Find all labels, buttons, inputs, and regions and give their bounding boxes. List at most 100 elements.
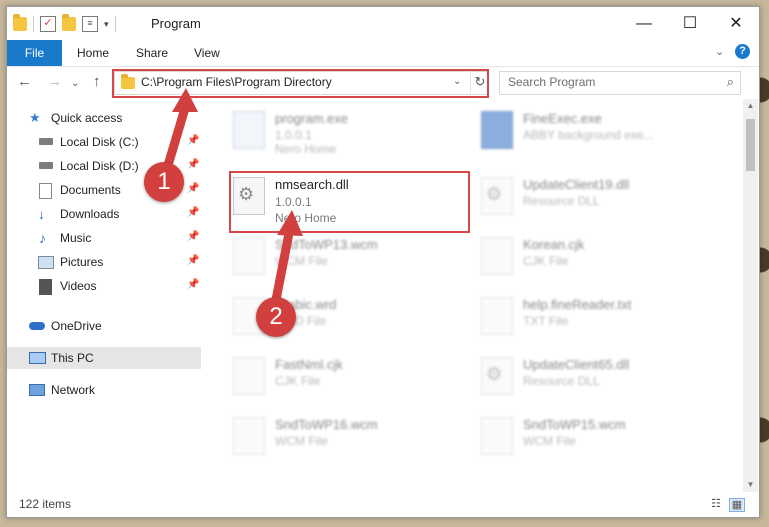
documents-icon [39,183,52,199]
minimize-button[interactable]: — [621,7,667,40]
videos-icon [39,279,52,295]
file-icon [233,417,265,455]
properties-check-icon[interactable]: ✓ [40,16,56,32]
sidebar-item-this-pc[interactable]: This PC [7,347,201,369]
maximize-button[interactable]: ☐ [667,7,713,40]
file-name: FineExec.exe [523,111,602,126]
sidebar-item-local-disk-c[interactable]: Local Disk (C:) 📌 [7,131,201,153]
scroll-up-icon[interactable]: ▲ [743,99,758,113]
list-item[interactable]: UpdateClient19.dll Resource DLL [475,171,715,223]
file-icon [481,357,513,395]
computer-icon [29,352,46,364]
star-icon: ★ [29,110,41,125]
folder-icon[interactable] [13,14,27,31]
large-icons-view-icon[interactable]: ▦ [729,498,745,512]
customize-toolbar-chevron-icon[interactable]: ▾ [104,19,109,30]
file-highlight-box [229,171,470,233]
file-detail: WCM File [523,434,576,448]
tab-file[interactable]: File [7,40,62,66]
recent-locations-chevron-icon[interactable]: ⌄ [71,78,79,89]
list-item[interactable]: SndToWP15.wcm WCM File [475,411,715,463]
tab-home[interactable]: Home [77,40,109,66]
help-icon[interactable]: ? [735,44,750,59]
list-item[interactable]: SndToWP16.wcm WCM File [227,411,467,463]
pin-icon[interactable]: 📌 [187,279,199,290]
close-button[interactable]: ✕ [713,7,759,40]
sidebar-item-label: Videos [60,279,97,293]
file-name: SndToWP13.wcm [275,237,378,252]
item-count: 122 items [19,497,72,511]
address-highlight-box [112,69,489,98]
view-props-icon[interactable]: ≡ [82,16,98,32]
title-bar: ✓ ≡ ▾ Program — ☐ ✕ [7,7,759,40]
pin-icon[interactable]: 📌 [187,159,199,170]
search-input[interactable]: Search Program [508,75,595,89]
file-detail: ABBY background exe... [523,128,654,142]
list-item[interactable]: help.fineReader.txt TXT File [475,291,715,343]
expand-ribbon-chevron-icon[interactable]: ⌄ [715,45,724,58]
file-name: FastNml.cjk [275,357,343,372]
scroll-down-icon[interactable]: ▼ [743,478,758,492]
step-badge-1: 1 [144,162,184,202]
sidebar-item-label: Network [51,383,96,397]
sidebar-item-label: Local Disk (C:) [60,135,139,149]
sidebar-item-downloads[interactable]: ↓ Downloads 📌 [7,203,201,225]
file-icon [233,357,265,395]
forward-arrow-icon[interactable]: → [47,73,62,90]
list-item[interactable]: FineExec.exe ABBY background exe... [475,105,715,157]
sidebar-item-label: Quick access [51,111,123,125]
file-name: Korean.cjk [523,237,585,252]
scrollbar-thumb[interactable] [746,119,755,171]
file-icon [481,297,513,335]
sidebar-item-videos[interactable]: Videos 📌 [7,275,201,297]
vertical-scrollbar[interactable]: ▲ ▼ [743,99,758,492]
sidebar-item-label: Documents [60,183,121,197]
sidebar-item-label: Music [60,231,92,245]
file-detail: CJK File [275,374,321,388]
list-item[interactable]: UpdateClient65.dll Resource DLL [475,351,715,403]
sidebar-item-music[interactable]: ♪ Music 📌 [7,227,201,249]
search-icon[interactable]: ⌕ [727,74,734,90]
cloud-icon [29,322,45,330]
download-icon: ↓ [38,206,45,222]
navigation-bar: ← → ⌄ ↑ C:\Program Files\Program Directo… [7,66,759,99]
file-detail: Nero Home [275,142,337,156]
new-folder-icon[interactable] [62,14,76,31]
file-name: SndToWP15.wcm [523,417,626,432]
file-icon [481,237,513,275]
file-name: program.exe [275,111,348,126]
list-item[interactable]: SndToWP13.wcm WCM File [227,231,467,283]
sidebar-item-pictures[interactable]: Pictures 📌 [7,251,201,273]
pin-icon[interactable]: 📌 [187,255,199,266]
file-icon [481,177,513,215]
file-name: help.fineReader.txt [523,297,632,312]
sidebar-item-label: This PC [51,351,94,365]
pin-icon[interactable]: 📌 [187,183,199,194]
file-icon [481,417,513,455]
list-item[interactable]: FastNml.cjk CJK File [227,351,467,403]
tab-view[interactable]: View [194,40,220,66]
file-name: UpdateClient19.dll [523,177,630,192]
file-detail: TXT File [523,314,569,328]
drive-icon [39,162,53,169]
network-icon [29,384,45,396]
sidebar-item-network[interactable]: Network [7,379,201,401]
details-view-icon[interactable]: ☷ [709,498,723,510]
list-item[interactable]: Korean.cjk CJK File [475,231,715,283]
pin-icon[interactable]: 📌 [187,135,199,146]
file-explorer-window: ✓ ≡ ▾ Program — ☐ ✕ File Home Share View… [6,6,760,518]
list-item[interactable]: program.exe 1.0.0.1 Nero Home [227,105,467,157]
file-name: UpdateClient65.dll [523,357,630,372]
search-box[interactable]: Search Program ⌕ [499,71,741,95]
file-icon [233,111,265,149]
window-title: Program [151,16,201,31]
pin-icon[interactable]: 📌 [187,231,199,242]
sidebar-item-onedrive[interactable]: OneDrive [7,315,201,337]
file-icon [233,237,265,275]
pin-icon[interactable]: 📌 [187,207,199,218]
up-arrow-icon[interactable]: ↑ [93,73,101,90]
navigation-pane: ★ Quick access Local Disk (C:) 📌 Local D… [7,99,201,492]
tab-share[interactable]: Share [136,40,168,66]
back-arrow-icon[interactable]: ← [17,73,32,90]
sidebar-item-quick-access[interactable]: ★ Quick access [7,107,201,129]
